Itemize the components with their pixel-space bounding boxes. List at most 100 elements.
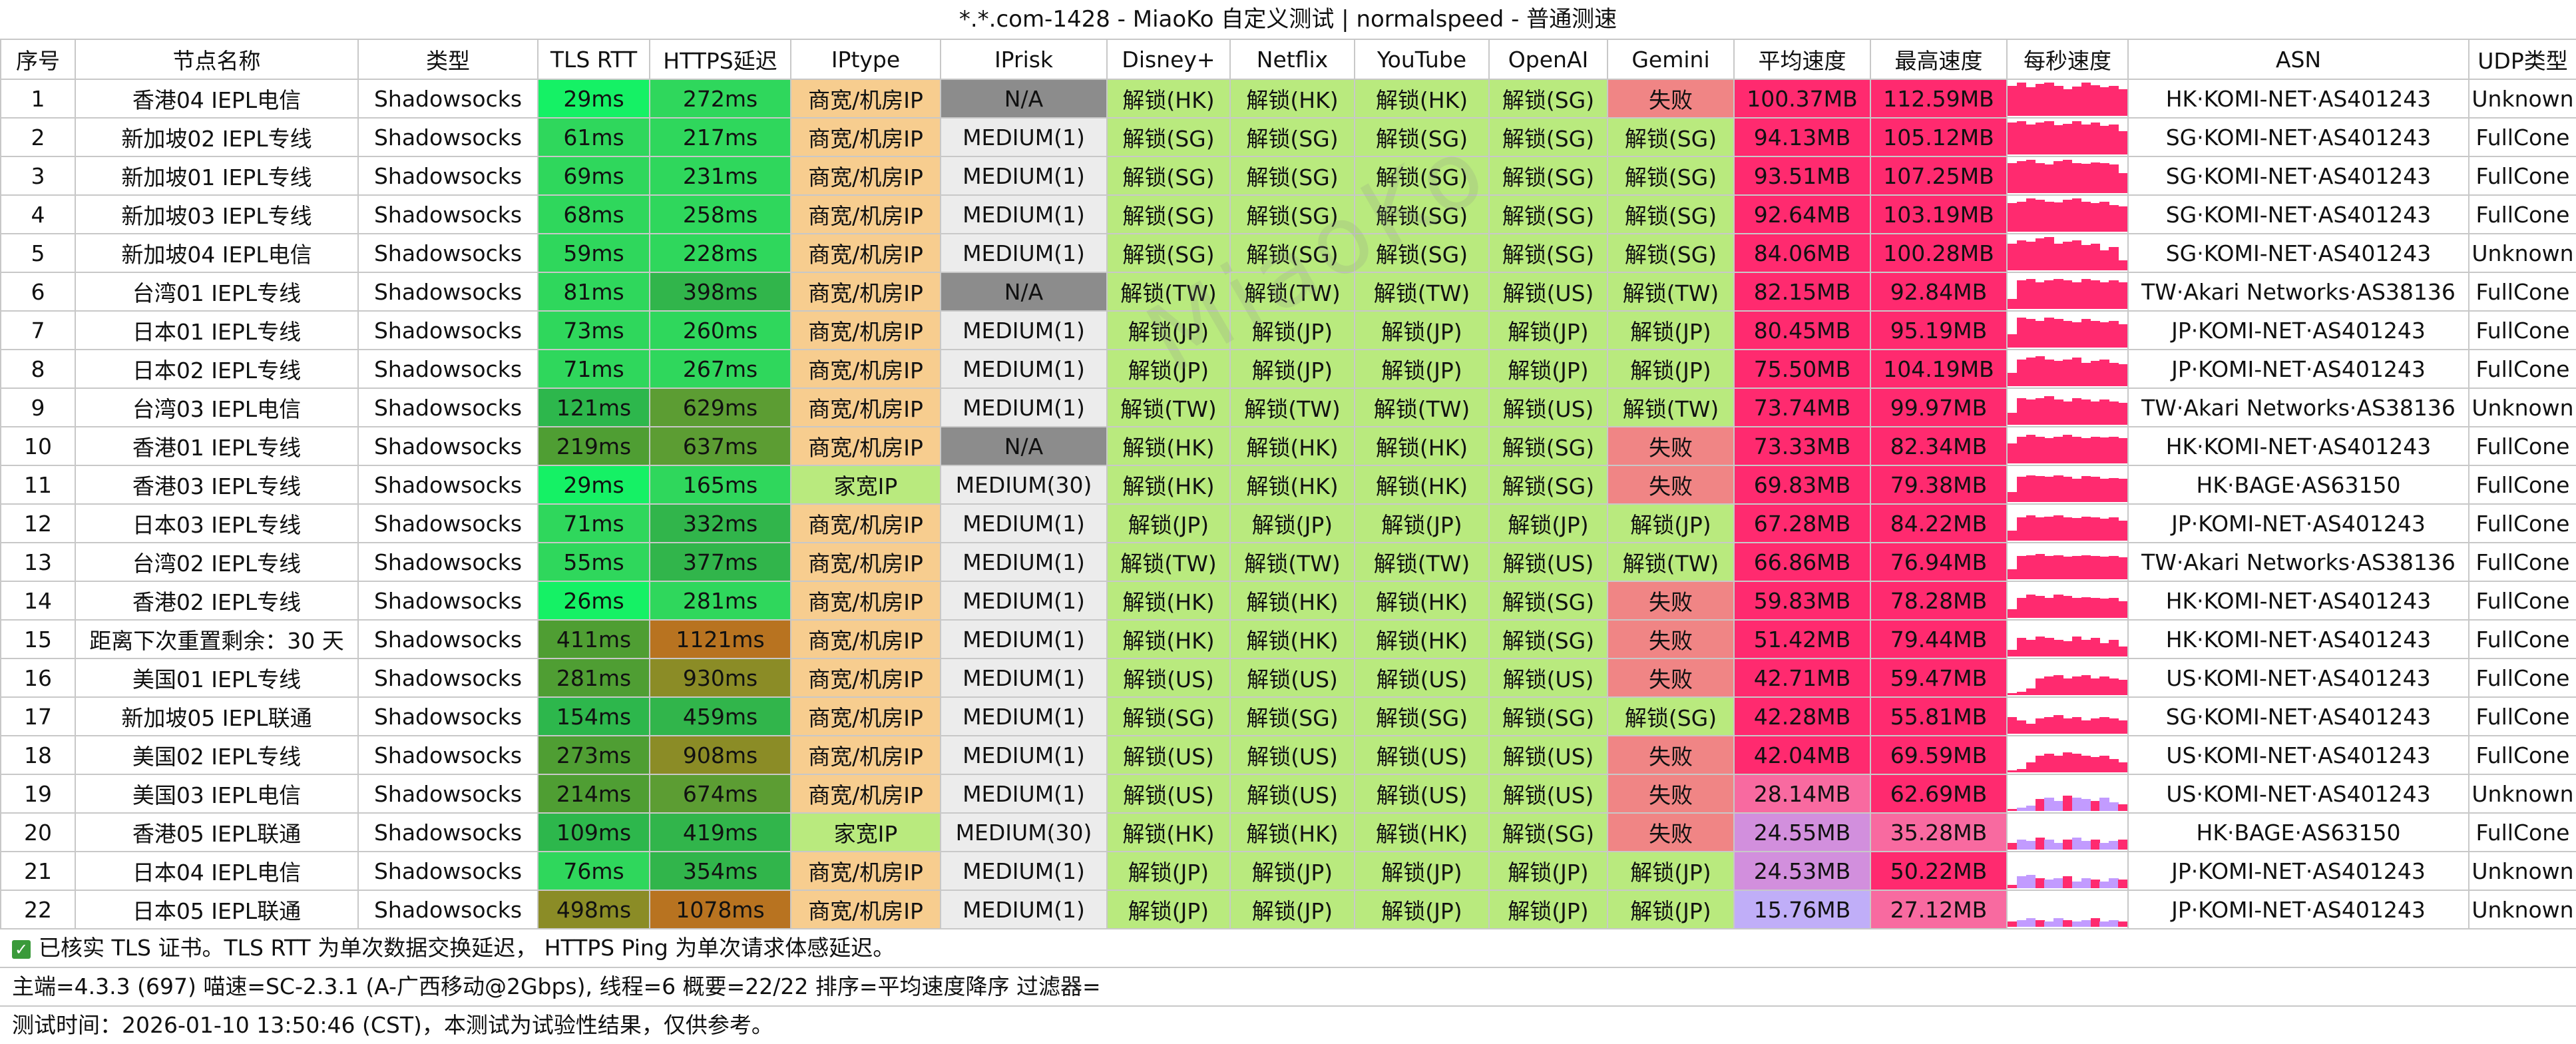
column-header[interactable]: Disney+ — [1106, 39, 1231, 80]
column-header[interactable]: TLS RTT — [537, 39, 650, 80]
table-row[interactable]: 16 美国01 IEPL专线 Shadowsocks 281ms 930ms 商宽/机房I… — [0, 658, 2576, 698]
cell-node-name: 香港03 IEPL专线 — [75, 465, 359, 505]
column-header[interactable]: YouTube — [1354, 39, 1490, 80]
results-table: 序号 节点名称 类型 TLS RTT HTTPS延迟 IPtype IPrisk Disney… — [0, 39, 2576, 929]
table-row[interactable]: 13 台湾02 IEPL专线 Shadowsocks 55ms 377ms 商宽/机房IP… — [0, 542, 2576, 582]
cell-tls-rtt: 61ms — [537, 117, 650, 157]
table-row[interactable]: 11 香港03 IEPL专线 Shadowsocks 29ms 165ms 家宽IP MED… — [0, 465, 2576, 505]
cell-asn: SG·KOMI-NET·AS401243 — [2127, 194, 2469, 234]
sparkline-bar — [2016, 360, 2027, 386]
footer-tls-text: 已核实 TLS 证书。TLS RTT 为单次数据交换延迟， HTTPS Ping… — [39, 935, 895, 961]
cell-openai: 解锁(SG) — [1488, 194, 1608, 234]
sparkline-bar — [2026, 475, 2036, 502]
sparkline-bar — [2118, 260, 2127, 270]
sparkline-bar — [2044, 121, 2054, 154]
cell-youtube: 解锁(HK) — [1354, 79, 1490, 119]
cell-asn: US·KOMI-NET·AS401243 — [2127, 735, 2469, 775]
table-row[interactable]: 7 日本01 IEPL专线 Shadowsocks 73ms 260ms 商宽/机房IP M… — [0, 310, 2576, 350]
table-row[interactable]: 14 香港02 IEPL专线 Shadowsocks 26ms 281ms 商宽/机房IP… — [0, 581, 2576, 621]
table-row[interactable]: 22 日本05 IEPL联通 Shadowsocks 498ms 1078ms 商宽/机房… — [0, 890, 2576, 929]
sparkline-bar — [2035, 238, 2045, 270]
cell-youtube: 解锁(JP) — [1354, 503, 1490, 543]
cell-type: Shadowsocks — [357, 812, 538, 852]
table-row[interactable]: 18 美国02 IEPL专线 Shadowsocks 273ms 908ms 商宽/机房I… — [0, 735, 2576, 775]
sparkline-bar — [2053, 161, 2063, 193]
cell-tls-rtt: 281ms — [537, 658, 650, 698]
cell-gemini: 失败 — [1607, 79, 1735, 119]
column-header[interactable]: 平均速度 — [1733, 39, 1871, 80]
cell-gemini: 解锁(SG) — [1607, 696, 1735, 736]
sparkline-bar — [2044, 676, 2054, 695]
table-row[interactable]: 17 新加坡05 IEPL联通 Shadowsocks 154ms 459ms 商宽/机房… — [0, 696, 2576, 736]
column-header[interactable]: UDP类型 — [2468, 39, 2576, 80]
sparkline-bar — [2063, 124, 2073, 154]
cell-type: Shadowsocks — [357, 233, 538, 273]
table-row[interactable]: 4 新加坡03 IEPL专线 Shadowsocks 68ms 258ms 商宽/机房IP… — [0, 194, 2576, 234]
cell-type: Shadowsocks — [357, 696, 538, 736]
sparkline-bar — [2071, 882, 2082, 888]
table-row[interactable]: 10 香港01 IEPL专线 Shadowsocks 219ms 637ms 商宽/机房I… — [0, 426, 2576, 466]
sparkline-bar — [2026, 806, 2036, 811]
table-row[interactable]: 3 新加坡01 IEPL专线 Shadowsocks 69ms 231ms 商宽/机房IP… — [0, 156, 2576, 196]
column-header[interactable]: IPrisk — [940, 39, 1108, 80]
sparkline-bar — [2063, 678, 2073, 695]
table-row[interactable]: 5 新加坡04 IEPL电信 Shadowsocks 59ms 228ms 商宽/机房IP… — [0, 233, 2576, 273]
cell-youtube: 解锁(JP) — [1354, 851, 1490, 891]
cell-speed-sparkline — [2006, 233, 2129, 273]
column-header[interactable]: Netflix — [1229, 39, 1355, 80]
table-row[interactable]: 12 日本03 IEPL专线 Shadowsocks 71ms 332ms 商宽/机房IP… — [0, 503, 2576, 543]
column-header[interactable]: OpenAI — [1488, 39, 1608, 80]
sparkline-bar — [2063, 596, 2073, 618]
sparkline-bar — [2035, 84, 2045, 116]
column-header[interactable]: 节点名称 — [75, 39, 359, 80]
sparkline-bar — [2044, 717, 2054, 734]
sparkline-bar — [2035, 398, 2045, 425]
sparkline-bar — [2026, 918, 2036, 927]
table-row[interactable]: 9 台湾03 IEPL电信 Shadowsocks 121ms 629ms 商宽/机房IP… — [0, 388, 2576, 427]
cell-avg-speed: 73.74MB — [1733, 388, 1871, 427]
cell-max-speed: 84.22MB — [1870, 503, 2008, 543]
sparkline-bar — [2099, 557, 2109, 579]
cell-speed-sparkline — [2006, 156, 2129, 196]
cell-iptype: 商宽/机房IP — [790, 272, 941, 312]
cell-https-latency: 354ms — [649, 851, 791, 891]
cell-asn: TW·Akari Networks·AS38136 — [2127, 542, 2469, 582]
column-header[interactable]: ASN — [2127, 39, 2469, 80]
sparkline-bar — [2053, 361, 2063, 386]
cell-netflix: 解锁(US) — [1229, 735, 1355, 775]
cell-udp-type: Unknown — [2468, 774, 2576, 814]
table-row[interactable]: 2 新加坡02 IEPL专线 Shadowsocks 61ms 217ms 商宽/机房IP… — [0, 117, 2576, 157]
cell-tls-rtt: 26ms — [537, 581, 650, 621]
table-row[interactable]: 1 香港04 IEPL电信 Shadowsocks 29ms 272ms 商宽/机房IP N… — [0, 79, 2576, 119]
cell-https-latency: 258ms — [649, 194, 791, 234]
table-row[interactable]: 6 台湾01 IEPL专线 Shadowsocks 81ms 398ms 商宽/机房IP N… — [0, 272, 2576, 312]
cell-speed-sparkline — [2006, 696, 2129, 736]
column-header[interactable]: HTTPS延迟 — [649, 39, 791, 80]
table-row[interactable]: 20 香港05 IEPL联通 Shadowsocks 109ms 419ms 家宽IP ME… — [0, 812, 2576, 852]
cell-max-speed: 78.28MB — [1870, 581, 2008, 621]
sparkline-bar — [2118, 840, 2127, 850]
sparkline-bar — [2099, 479, 2109, 502]
cell-youtube: 解锁(JP) — [1354, 310, 1490, 350]
column-header[interactable]: 类型 — [357, 39, 538, 80]
column-header[interactable]: 每秒速度 — [2006, 39, 2129, 80]
table-row[interactable]: 19 美国03 IEPL电信 Shadowsocks 214ms 674ms 商宽/机房I… — [0, 774, 2576, 814]
sparkline-bar — [2016, 477, 2027, 502]
cell-max-speed: 35.28MB — [1870, 812, 2008, 852]
table-row[interactable]: 21 日本04 IEPL电信 Shadowsocks 76ms 354ms 商宽/机房IP… — [0, 851, 2576, 891]
column-header[interactable]: Gemini — [1607, 39, 1735, 80]
column-header[interactable]: 序号 — [0, 39, 76, 80]
table-row[interactable]: 8 日本02 IEPL专线 Shadowsocks 71ms 267ms 商宽/机房IP M… — [0, 349, 2576, 389]
sparkline-bar — [2026, 762, 2036, 772]
sparkline-bar — [2081, 279, 2091, 309]
cell-max-speed: 104.19MB — [1870, 349, 2008, 389]
cell-index: 13 — [0, 542, 76, 582]
cell-node-name: 台湾02 IEPL专线 — [75, 542, 359, 582]
table-row[interactable]: 15 距离下次重置剩余：30 天 Shadowsocks 411ms 1121ms 商宽/… — [0, 619, 2576, 659]
cell-netflix: 解锁(SG) — [1229, 194, 1355, 234]
cell-udp-type: FullCone — [2468, 194, 2576, 234]
cell-max-speed: 79.44MB — [1870, 619, 2008, 659]
column-header[interactable]: IPtype — [790, 39, 941, 80]
column-header[interactable]: 最高速度 — [1870, 39, 2008, 80]
sparkline-bar — [2016, 876, 2027, 888]
